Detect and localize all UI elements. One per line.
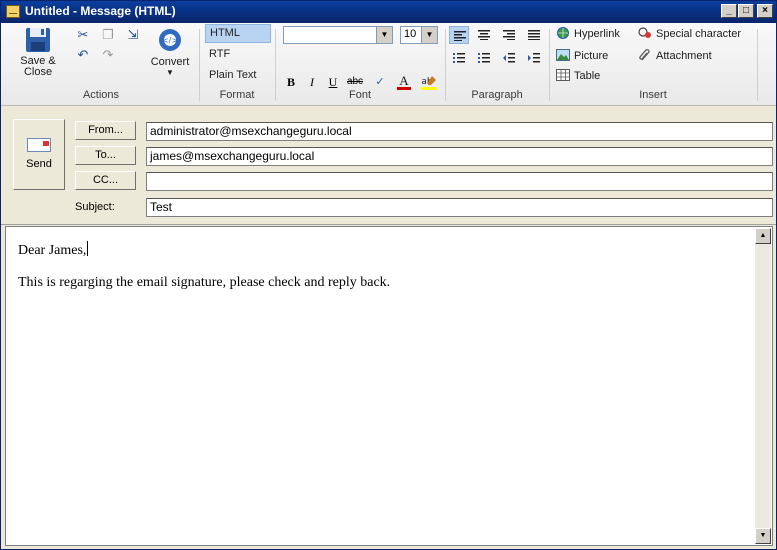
convert-dropdown-arrow-icon: ▼ <box>166 68 174 77</box>
close-button[interactable]: × <box>757 4 773 18</box>
cc-button[interactable]: CC... <box>75 171 136 190</box>
font-size-value: 10 <box>404 28 417 40</box>
table-icon <box>556 69 570 81</box>
scroll-down-arrow-icon[interactable]: ▼ <box>755 528 771 544</box>
paragraph-group-label: Paragraph <box>471 89 523 101</box>
table-label: Table <box>574 70 601 82</box>
vertical-scrollbar[interactable]: ▲ ▼ <box>755 228 771 544</box>
svg-text:</>: </> <box>162 36 178 45</box>
body-text-line: This is regarging the email signature, p… <box>18 275 391 290</box>
message-app-icon[interactable] <box>6 5 20 18</box>
svg-text:A: A <box>399 73 409 88</box>
actions-group-label: Actions <box>82 89 120 101</box>
align-left-button[interactable] <box>449 26 469 44</box>
floppy-disk-icon <box>26 28 50 52</box>
message-header: Send From... administrator@msexchangegur… <box>1 106 776 225</box>
decrease-indent-icon <box>503 53 515 63</box>
subject-label: Subject: <box>75 201 115 213</box>
subject-field[interactable]: Test <box>146 198 773 217</box>
envelope-icon <box>27 138 51 152</box>
body-greeting-text: Dear James, <box>18 243 87 258</box>
numbering-button[interactable] <box>474 49 494 67</box>
align-center-icon <box>478 30 490 40</box>
message-body-editor[interactable]: Dear James, This is regarging the email … <box>5 226 773 546</box>
picture-button[interactable]: Picture <box>556 49 608 62</box>
convert-label: Convert <box>150 56 190 68</box>
title-bar: Untitled - Message (HTML) _ □ × <box>1 1 776 23</box>
format-group-label: Format <box>219 89 255 101</box>
chevron-down-icon[interactable]: ▼ <box>421 27 437 43</box>
picture-icon <box>556 49 570 61</box>
convert-button[interactable]: </> Convert ▼ <box>147 27 193 77</box>
hyperlink-button[interactable]: Hyperlink <box>556 27 620 40</box>
body-greeting-line: Dear James, <box>18 241 89 259</box>
copy-icon[interactable]: ❐ <box>100 27 116 43</box>
format-rtf-option[interactable]: RTF <box>205 45 271 64</box>
justify-button[interactable] <box>524 26 544 44</box>
maximize-button[interactable]: □ <box>738 4 754 18</box>
group-separator <box>445 29 446 101</box>
to-field[interactable]: james@msexchangeguru.local <box>146 147 773 166</box>
paste-icon[interactable]: ⇲ <box>125 27 141 43</box>
text-cursor <box>87 241 89 256</box>
justify-icon <box>528 30 540 40</box>
cc-field[interactable] <box>146 172 773 191</box>
decrease-indent-button[interactable] <box>499 49 519 67</box>
attachment-label: Attachment <box>656 50 712 62</box>
bullet-list-icon <box>453 53 465 63</box>
font-size-combo[interactable]: 10 ▼ <box>400 26 438 44</box>
save-close-label-2: Close <box>23 66 53 78</box>
to-button[interactable]: To... <box>75 146 136 165</box>
font-name-combo[interactable]: ▼ <box>283 26 393 44</box>
from-button[interactable]: From... <box>75 121 136 140</box>
convert-icon: </> <box>159 29 181 51</box>
special-character-button[interactable]: Special character <box>638 27 741 40</box>
group-separator <box>199 29 200 101</box>
hyperlink-label: Hyperlink <box>574 28 620 40</box>
align-left-icon <box>454 31 466 41</box>
scroll-up-arrow-icon[interactable]: ▲ <box>755 228 771 244</box>
minimize-button[interactable]: _ <box>721 4 737 18</box>
picture-label: Picture <box>574 50 609 62</box>
group-separator <box>549 29 550 101</box>
ribbon: Save & Close ✂ ❐ ⇲ ↶ ↷ </> Convert ▼ Act… <box>1 23 776 106</box>
format-plain-text-option[interactable]: Plain Text <box>205 66 271 85</box>
increase-indent-icon <box>528 53 540 63</box>
redo-icon[interactable]: ↷ <box>100 47 116 63</box>
hyperlink-icon <box>557 27 569 39</box>
table-button[interactable]: Table <box>556 69 600 82</box>
save-close-button[interactable]: Save & Close <box>15 27 61 78</box>
increase-indent-button[interactable] <box>524 49 544 67</box>
send-button[interactable]: Send <box>13 119 65 190</box>
font-group-label: Font <box>348 89 371 101</box>
undo-icon[interactable]: ↶ <box>75 47 91 63</box>
window-title: Untitled - Message (HTML) <box>25 4 176 18</box>
message-window: Untitled - Message (HTML) _ □ × Save & C… <box>0 0 777 550</box>
from-field[interactable]: administrator@msexchangeguru.local <box>146 122 773 141</box>
group-separator <box>757 29 758 101</box>
bullets-button[interactable] <box>449 49 469 67</box>
align-right-button[interactable] <box>499 26 519 44</box>
cut-icon[interactable]: ✂ <box>75 27 91 43</box>
align-right-icon <box>503 30 515 40</box>
paperclip-icon <box>639 49 650 61</box>
insert-group-label: Insert <box>639 89 667 101</box>
attachment-button[interactable]: Attachment <box>638 49 712 62</box>
format-html-option[interactable]: HTML <box>205 24 271 43</box>
group-separator <box>275 29 276 101</box>
special-character-label: Special character <box>656 28 741 40</box>
send-label: Send <box>26 158 52 170</box>
special-character-icon <box>638 27 651 38</box>
numbered-list-icon <box>478 53 490 63</box>
align-center-button[interactable] <box>474 26 494 44</box>
chevron-down-icon[interactable]: ▼ <box>376 27 392 43</box>
